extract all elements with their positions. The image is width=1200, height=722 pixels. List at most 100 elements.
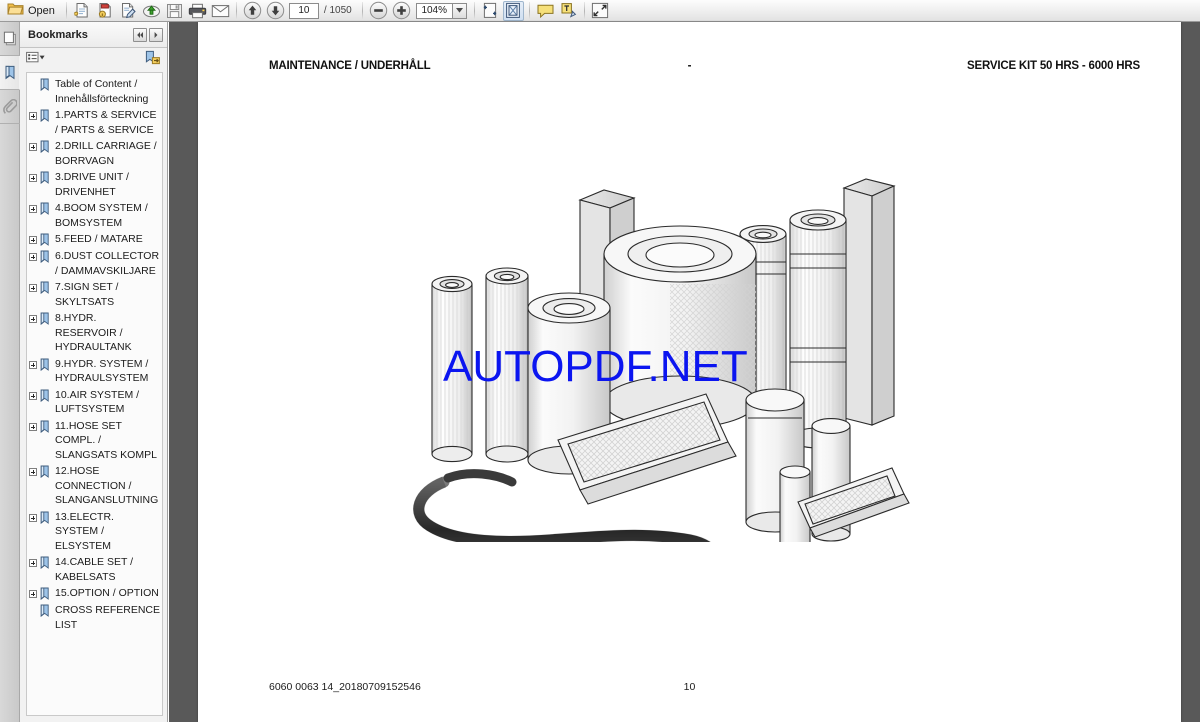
sidebar-item-attachments[interactable] (0, 90, 20, 124)
open-button-label: Open (28, 4, 55, 17)
bookmark-icon (39, 587, 52, 601)
page-header-right: SERVICE KIT 50 HRS - 6000 HRS (967, 60, 1140, 72)
bookmark-item[interactable]: 4.BOOM SYSTEM / BOMSYSTEM (27, 200, 162, 231)
expand-plus-icon[interactable] (27, 140, 38, 154)
bookmark-icon (39, 109, 52, 123)
bookmark-icon (39, 511, 52, 525)
bookmark-spacer (27, 78, 38, 92)
expand-bookmark-icon[interactable] (144, 50, 161, 70)
expand-plus-icon[interactable] (27, 358, 38, 372)
bookmark-label: 13.ELECTR. SYSTEM / ELSYSTEM (55, 510, 114, 552)
panel-title: Bookmarks (28, 28, 88, 41)
email-icon[interactable] (210, 1, 231, 21)
bookmark-tree[interactable]: Table of Content / Innehållsförteckning 1… (26, 72, 163, 716)
side-tab-rail (0, 22, 20, 722)
minus-circle-icon[interactable] (368, 1, 389, 21)
fit-page-icon[interactable] (502, 0, 524, 21)
fullscreen-icon[interactable] (590, 1, 611, 21)
toolbar-separator (65, 1, 67, 20)
folder-open-icon (7, 1, 24, 21)
bookmark-label: 7.SIGN SET / SKYLTSATS (55, 281, 119, 308)
fit-width-icon[interactable] (480, 1, 501, 21)
expand-plus-icon[interactable] (27, 389, 38, 403)
bookmark-label: 6.DUST COLLECTOR / DAMMAVSKILJARE (55, 250, 160, 277)
bookmark-item[interactable]: 1.PARTS & SERVICE / PARTS & SERVICE (27, 107, 162, 138)
bookmark-item[interactable]: 5.FEED / MATARE (27, 231, 162, 248)
bookmark-icon (39, 465, 52, 479)
bookmark-icon (39, 171, 52, 185)
bookmark-label: 8.HYDR. RESERVOIR / HYDRAULTANK (55, 312, 132, 353)
bookmark-item[interactable]: CROSS REFERENCE LIST (27, 602, 162, 633)
pdf-page: MAINTENANCE / UNDERHÅLL - SERVICE KIT 50… (198, 22, 1181, 722)
expand-plus-icon[interactable] (27, 109, 38, 123)
document-viewer[interactable]: MAINTENANCE / UNDERHÅLL - SERVICE KIT 50… (169, 22, 1200, 722)
expand-plus-icon[interactable] (27, 202, 38, 216)
chevron-down-icon[interactable] (451, 2, 467, 19)
bookmark-item[interactable]: 12.HOSE CONNECTION / SLANGANSLUTNING (27, 463, 162, 509)
bookmark-item[interactable]: 3.DRIVE UNIT / DRIVENHET (27, 169, 162, 200)
expand-plus-icon[interactable] (27, 465, 38, 479)
print-icon[interactable] (187, 1, 208, 21)
chevron-right-icon[interactable] (149, 27, 163, 42)
page-footer-center: 10 (683, 681, 696, 693)
bookmark-icon (39, 312, 52, 326)
sidebar-item-pages[interactable] (0, 22, 20, 56)
expand-plus-icon[interactable] (27, 587, 38, 601)
bookmark-icon (39, 250, 52, 264)
toolbar-separator (473, 1, 475, 20)
secure-document-icon[interactable] (95, 1, 116, 21)
comment-bubble-icon[interactable] (535, 1, 556, 21)
bookmark-icon (39, 78, 52, 92)
bookmark-item[interactable]: Table of Content / Innehållsförteckning (27, 76, 162, 107)
expand-plus-icon[interactable] (27, 556, 38, 570)
bookmark-icon (39, 556, 52, 570)
bookmark-label: 10.AIR SYSTEM / LUFTSYSTEM (55, 388, 140, 416)
main-toolbar: Open 10 / 1050 104% (0, 0, 1200, 22)
expand-plus-icon[interactable] (27, 420, 38, 434)
save-a-copy-icon[interactable] (72, 1, 93, 21)
expand-plus-icon[interactable] (27, 281, 38, 295)
double-chevron-left-icon[interactable] (133, 27, 147, 42)
bookmark-item[interactable]: 15.OPTION / OPTION (27, 585, 162, 602)
bookmark-label: 14.CABLE SET / KABELSATS (55, 556, 134, 583)
page-number-input[interactable]: 10 (288, 2, 319, 19)
sidebar-item-bookmarks[interactable] (0, 56, 20, 90)
bookmark-item[interactable]: 2.DRILL CARRIAGE / BORRVAGN (27, 138, 162, 169)
bookmark-item[interactable]: 14.CABLE SET / KABELSATS (27, 554, 162, 585)
bookmark-label: 15.OPTION / OPTION (55, 587, 159, 599)
expand-plus-icon[interactable] (27, 511, 38, 525)
upload-document-icon[interactable] (141, 1, 162, 21)
bookmark-label: 3.DRIVE UNIT / DRIVENHET (55, 171, 129, 198)
bookmark-item[interactable]: 11.HOSE SET COMPL. / SLANGSATS KOMPL (27, 418, 162, 464)
zoom-level-input[interactable]: 104% (415, 2, 452, 19)
expand-plus-icon[interactable] (27, 250, 38, 264)
service-kit-illustration (408, 172, 938, 586)
bookmark-item[interactable]: 10.AIR SYSTEM / LUFTSYSTEM (27, 387, 162, 418)
bookmarks-panel-toolbar (20, 48, 167, 72)
bookmark-icon (39, 202, 52, 216)
typewriter-icon[interactable] (558, 1, 579, 21)
open-button[interactable]: Open (2, 1, 62, 21)
pdf-reader-window: Open 10 / 1050 104% Bookmarks Table of C… (0, 0, 1200, 722)
bookmarks-panel: Bookmarks Table of Content / Innehållsfö… (20, 22, 168, 722)
bookmark-icon (39, 358, 52, 372)
arrow-up-icon[interactable] (242, 1, 263, 21)
bookmark-item[interactable]: 6.DUST COLLECTOR / DAMMAVSKILJARE (27, 248, 162, 279)
bookmark-item[interactable]: 13.ELECTR. SYSTEM / ELSYSTEM (27, 509, 162, 555)
bookmark-label: CROSS REFERENCE LIST (55, 604, 161, 631)
bookmark-item[interactable]: 8.HYDR. RESERVOIR / HYDRAULTANK (27, 310, 162, 356)
sign-document-icon[interactable] (118, 1, 139, 21)
bookmarks-panel-header: Bookmarks (20, 22, 167, 48)
toolbar-separator (361, 1, 363, 20)
save-icon[interactable] (164, 1, 185, 21)
expand-plus-icon[interactable] (27, 171, 38, 185)
bookmark-icon (39, 604, 52, 618)
bookmark-item[interactable]: 7.SIGN SET / SKYLTSATS (27, 279, 162, 310)
arrow-down-icon[interactable] (265, 1, 286, 21)
expand-plus-icon[interactable] (27, 233, 38, 247)
plus-circle-icon[interactable] (391, 1, 412, 21)
expand-plus-icon[interactable] (27, 312, 38, 326)
list-options-icon[interactable] (26, 51, 46, 69)
bookmark-icon (39, 420, 52, 434)
bookmark-item[interactable]: 9.HYDR. SYSTEM / HYDRAULSYSTEM (27, 356, 162, 387)
